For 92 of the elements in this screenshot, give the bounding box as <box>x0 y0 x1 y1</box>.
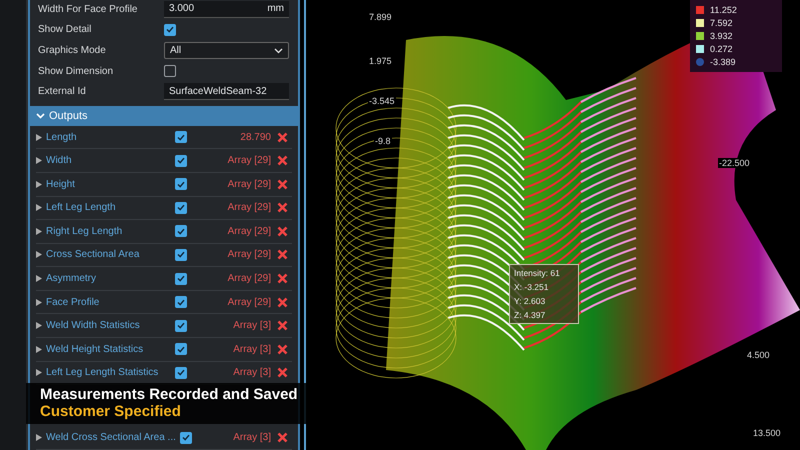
close-icon[interactable] <box>277 367 288 378</box>
output-name: Width <box>46 155 73 166</box>
checkbox[interactable] <box>175 272 187 285</box>
chevron-icon <box>36 112 45 119</box>
close-icon[interactable] <box>277 249 288 260</box>
close-icon[interactable] <box>277 344 288 355</box>
tooltip-line: Y: 2.603 <box>514 296 546 306</box>
output-name: Weld Height Statistics <box>46 344 144 355</box>
output-value: Array [29] <box>228 202 271 214</box>
checkbox[interactable] <box>164 24 176 36</box>
output-name: Weld Width Statistics <box>46 320 141 332</box>
expand-arrow-icon[interactable] <box>36 346 42 353</box>
checkbox[interactable] <box>175 131 187 144</box>
output-name: Left Leg Length <box>46 202 117 214</box>
close-icon[interactable] <box>277 273 288 284</box>
axis-label: 13.500 <box>752 428 782 438</box>
property-label: Graphics Mode <box>38 45 107 56</box>
checkbox[interactable] <box>175 343 187 356</box>
expand-arrow-icon[interactable] <box>36 157 42 164</box>
output-name: Length <box>46 132 78 143</box>
tooltip-line: Z: 4.397 <box>514 310 546 320</box>
output-name: Face Profile <box>46 296 100 308</box>
number-field[interactable]: 3.000 mm <box>164 0 289 18</box>
text-field[interactable]: SurfaceWeldSeam-32 <box>164 83 289 100</box>
checkbox[interactable] <box>175 154 187 167</box>
axis-label: -3.545 <box>368 96 396 106</box>
close-icon[interactable] <box>277 202 288 214</box>
output-value: Array [3] <box>233 367 271 378</box>
output-name: Weld Cross Sectional Area ... <box>46 432 176 444</box>
caption-title: Measurements Recorded and Saved <box>40 386 298 403</box>
checkbox[interactable] <box>175 248 187 261</box>
legend-label: 3.932 <box>710 31 733 41</box>
close-icon[interactable] <box>277 155 288 166</box>
axis-label: -9.8 <box>374 136 392 146</box>
dropdown[interactable]: All <box>164 42 289 60</box>
legend-label: -3.389 <box>710 57 736 67</box>
output-value: Array [29] <box>228 155 271 166</box>
output-name: Height <box>46 178 76 190</box>
checkbox[interactable] <box>175 202 187 214</box>
checkbox[interactable] <box>180 432 192 444</box>
output-value: Array [3] <box>233 344 271 355</box>
axis-label: -22.500 <box>718 158 751 168</box>
checkbox[interactable] <box>175 366 187 379</box>
close-icon[interactable] <box>277 178 288 190</box>
output-value: Array [29] <box>228 249 271 260</box>
chevron-down-icon <box>274 48 283 54</box>
checkbox[interactable] <box>175 296 187 308</box>
close-icon[interactable] <box>277 226 288 237</box>
output-name: Right Leg Length <box>46 226 124 237</box>
outputs-header[interactable]: Outputs <box>30 106 298 126</box>
legend-label: 11.252 <box>710 5 737 15</box>
expand-arrow-icon[interactable] <box>36 251 42 258</box>
output-value: Array [3] <box>233 320 271 332</box>
close-icon[interactable] <box>277 432 288 444</box>
tooltip-line: Intensity: 61 <box>514 268 561 278</box>
axis-label: 4.500 <box>746 350 771 360</box>
property-label: Width For Face Profile <box>38 4 138 15</box>
expand-arrow-icon[interactable] <box>36 134 42 141</box>
checkbox[interactable] <box>175 320 187 332</box>
3d-viewport[interactable]: 7.899 1.975 -3.545 -9.8 -22.500 4.500 13.500 11.252 7.592 3.932 0.272 -3.389 Intensity: 61 X: -3.251 Y: 2.603 Z: 4.397 <box>304 0 800 450</box>
output-value: 28.790 <box>240 132 271 143</box>
output-value: Array [29] <box>228 273 271 284</box>
output-value: Array [29] <box>228 178 271 190</box>
close-icon[interactable] <box>277 320 288 332</box>
checkbox[interactable] <box>175 225 187 238</box>
expand-arrow-icon[interactable] <box>36 298 42 306</box>
expand-arrow-icon[interactable] <box>36 180 42 188</box>
close-icon[interactable] <box>277 132 288 143</box>
expand-arrow-icon[interactable] <box>36 228 42 235</box>
property-label: External Id <box>38 86 87 98</box>
axis-label: 1.975 <box>368 56 393 66</box>
output-value: Array [29] <box>228 296 271 308</box>
output-name: Asymmetry <box>46 273 97 284</box>
output-value: Array [29] <box>228 226 271 237</box>
property-label: Show Detail <box>38 24 92 36</box>
close-icon[interactable] <box>277 296 288 308</box>
expand-arrow-icon[interactable] <box>36 434 42 442</box>
expand-arrow-icon[interactable] <box>36 322 42 330</box>
property-label: Show Dimension <box>38 66 114 77</box>
tooltip-line: X: -3.251 <box>514 282 550 292</box>
legend-label: 7.592 <box>710 18 733 28</box>
axis-label: 7.899 <box>368 12 393 22</box>
expand-arrow-icon[interactable] <box>36 204 42 212</box>
output-name: Left Leg Length Statistics <box>46 367 160 378</box>
expand-arrow-icon[interactable] <box>36 369 42 376</box>
expand-arrow-icon[interactable] <box>36 275 42 282</box>
legend-label: 0.272 <box>710 44 733 54</box>
output-value: Array [3] <box>233 432 271 444</box>
caption-subtitle: Customer Specified <box>40 403 182 420</box>
checkbox[interactable] <box>175 178 187 190</box>
checkbox[interactable] <box>164 65 176 78</box>
output-name: Cross Sectional Area <box>46 249 140 260</box>
